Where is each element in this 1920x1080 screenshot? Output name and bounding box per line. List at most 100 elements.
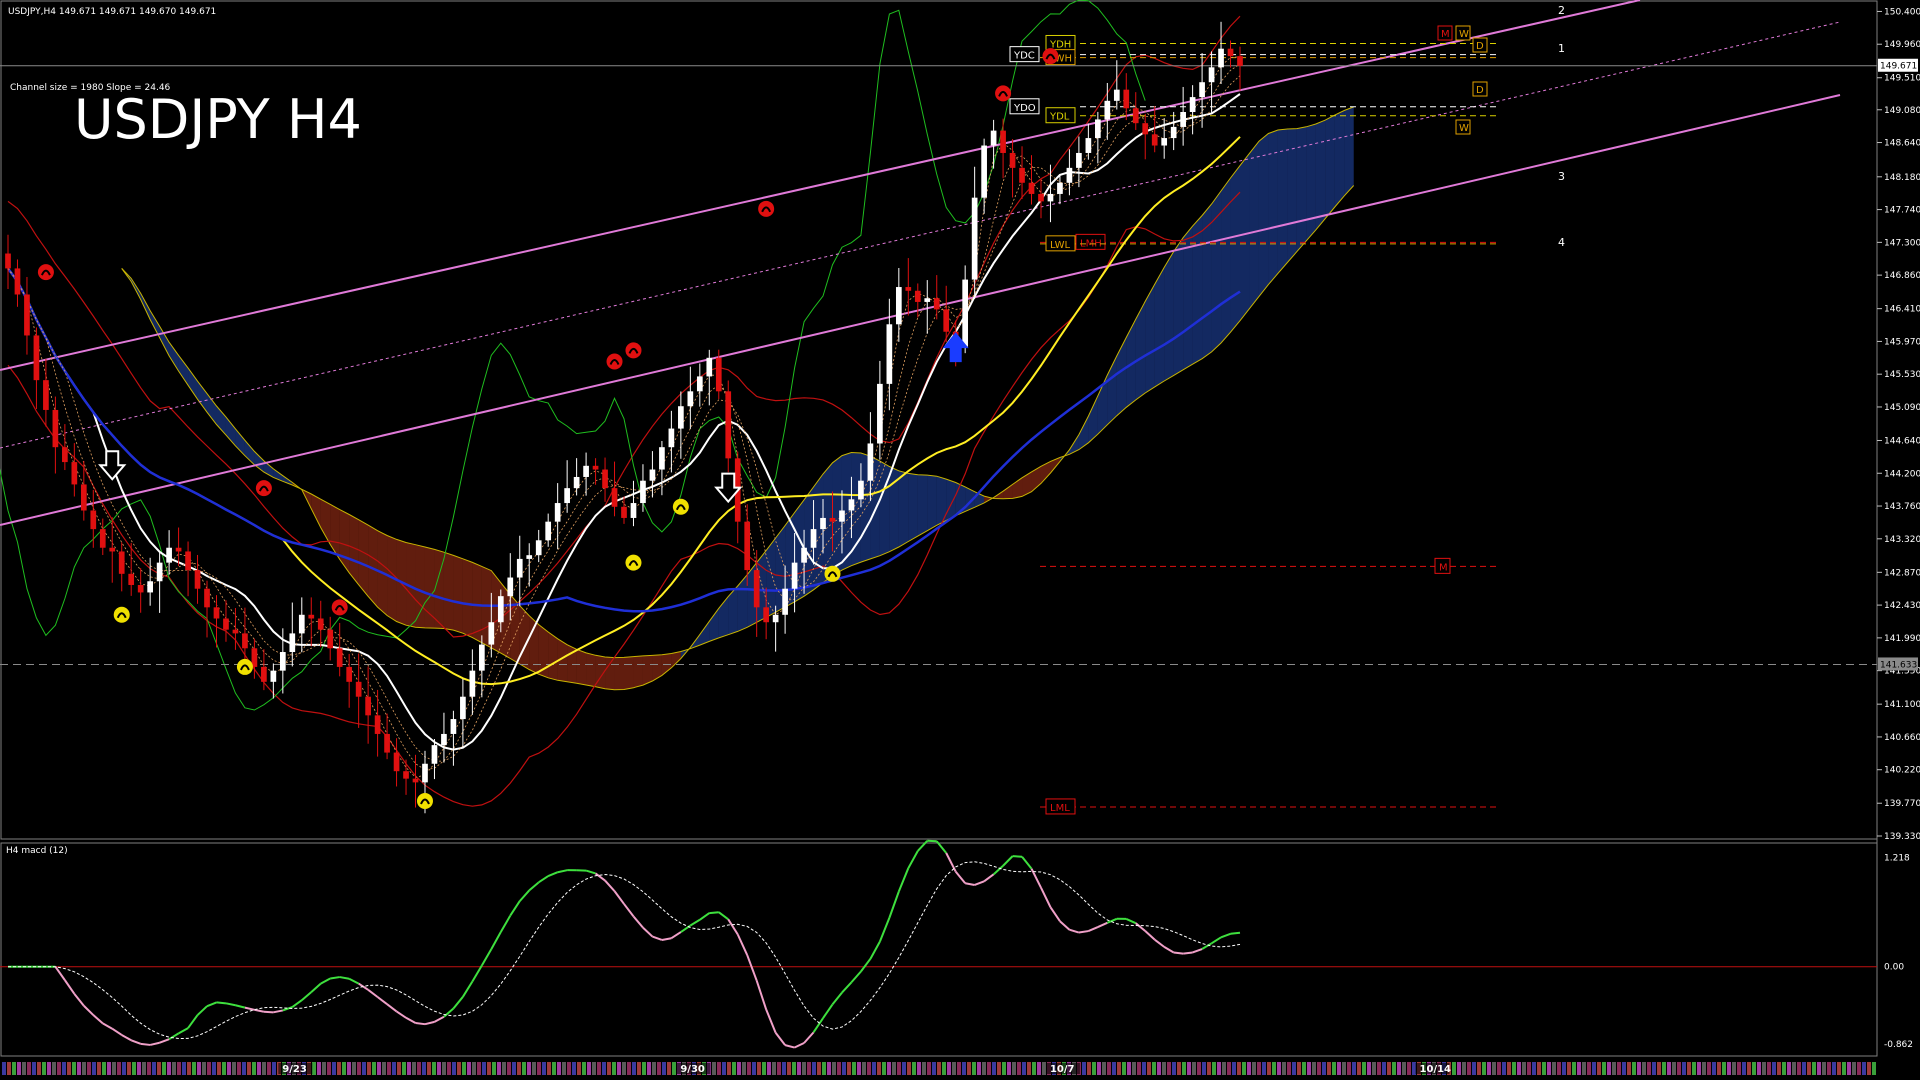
time-cell (1127, 1062, 1131, 1075)
time-cell (537, 1062, 541, 1075)
time-cell (1407, 1062, 1411, 1075)
time-cell (377, 1062, 381, 1075)
time-cell (417, 1062, 421, 1075)
cloud-segment (576, 649, 587, 685)
candle-body (422, 763, 428, 783)
chart-area[interactable]: USDJPY,H4 149.671 149.671 149.670 149.67… (0, 0, 1920, 1080)
time-cell (662, 1062, 666, 1075)
time-cell (1387, 1062, 1391, 1075)
candle-body (1180, 112, 1186, 127)
time-cell (1617, 1062, 1621, 1075)
macd-indicator: 1.218 0.00 -0.862 (0, 839, 1913, 1050)
time-cell (952, 1062, 956, 1075)
macd-line-segment (206, 1001, 217, 1008)
time-cell (1597, 1062, 1601, 1075)
time-cell (1677, 1062, 1681, 1075)
time-cell (1457, 1062, 1461, 1075)
macd-line-segment (557, 869, 568, 874)
macd-line-segment (964, 882, 975, 886)
time-cell (1542, 1062, 1546, 1075)
cloud-segment (169, 342, 179, 372)
candle-body (1038, 193, 1044, 202)
cloud-segment (207, 393, 217, 425)
cloud-segment (728, 586, 738, 635)
cloud-segment (216, 405, 226, 436)
candle-body (905, 287, 912, 291)
candle-body (298, 614, 305, 634)
time-cell (112, 1062, 116, 1075)
candle-body (1142, 123, 1149, 135)
cloud-segment (1268, 129, 1278, 285)
time-cell (1002, 1062, 1006, 1075)
time-cell (1257, 1062, 1261, 1075)
candle-body (185, 551, 191, 571)
time-cell (467, 1062, 471, 1075)
candle-body (914, 290, 921, 302)
time-cell (1537, 1062, 1541, 1075)
macd-line-segment (433, 1015, 445, 1023)
time-cell (882, 1062, 886, 1075)
time-cell (317, 1062, 321, 1075)
candle-body (554, 503, 561, 522)
time-cell (272, 1062, 276, 1075)
time-cell (1282, 1062, 1286, 1075)
price-tick-label: 143.760 (1884, 502, 1920, 512)
macd-line-segment (64, 979, 76, 995)
macd-line-segment (1012, 855, 1023, 858)
macd-line-segment (983, 873, 995, 883)
candle-body (128, 573, 135, 585)
yellow-ma (7, 136, 1241, 686)
time-cell (357, 1062, 361, 1075)
price-tick-label: 146.860 (1884, 271, 1920, 281)
macd-line-segment (320, 977, 331, 985)
time-cell (67, 1062, 71, 1075)
candle-body (33, 335, 40, 381)
time-cell (982, 1062, 986, 1075)
time-cell (592, 1062, 596, 1075)
cloud-segment (1116, 337, 1127, 416)
macd-line-segment (547, 871, 559, 877)
candle-body (317, 618, 324, 630)
macd-line-segment (709, 911, 719, 915)
cloud-segment (453, 555, 463, 634)
macd-line-segment (1059, 920, 1071, 931)
macd-line-segment (755, 980, 768, 1010)
time-cell (742, 1062, 746, 1075)
regression-channels: 1 2 3 4 (0, 0, 1841, 526)
macd-line-segment (1125, 917, 1137, 925)
candle-body (696, 376, 703, 392)
time-cell (912, 1062, 916, 1075)
time-cell (597, 1062, 601, 1075)
candle-body (1123, 89, 1130, 109)
channel-lower (0, 94, 1841, 526)
time-cell (52, 1062, 56, 1075)
time-cell (1547, 1062, 1551, 1075)
time-cell (647, 1062, 651, 1075)
time-cell (1827, 1062, 1831, 1075)
time-cell (492, 1062, 496, 1075)
macd-line-segment (178, 1027, 189, 1035)
time-cell (1857, 1062, 1861, 1075)
candle-body (706, 357, 713, 377)
sell-signal-icon (995, 85, 1012, 102)
time-cell (12, 1062, 16, 1075)
time-cell (202, 1062, 206, 1075)
time-cell (1727, 1062, 1731, 1075)
candle-body (1066, 167, 1073, 183)
time-cell (247, 1062, 251, 1075)
candle-body (450, 719, 457, 734)
candle-body (43, 380, 49, 410)
channel-number: 3 (1558, 170, 1565, 183)
macd-line-segment (140, 1042, 151, 1046)
time-cell (17, 1062, 21, 1075)
time-cell (937, 1062, 941, 1075)
time-cell (422, 1062, 426, 1075)
time-cell (222, 1062, 226, 1075)
period-box-label: D (1476, 41, 1484, 52)
candle-body (630, 503, 637, 518)
time-cell (587, 1062, 591, 1075)
time-cell (557, 1062, 561, 1075)
candle-body (99, 529, 106, 548)
time-cell (1192, 1062, 1196, 1075)
time-cell (87, 1062, 91, 1075)
